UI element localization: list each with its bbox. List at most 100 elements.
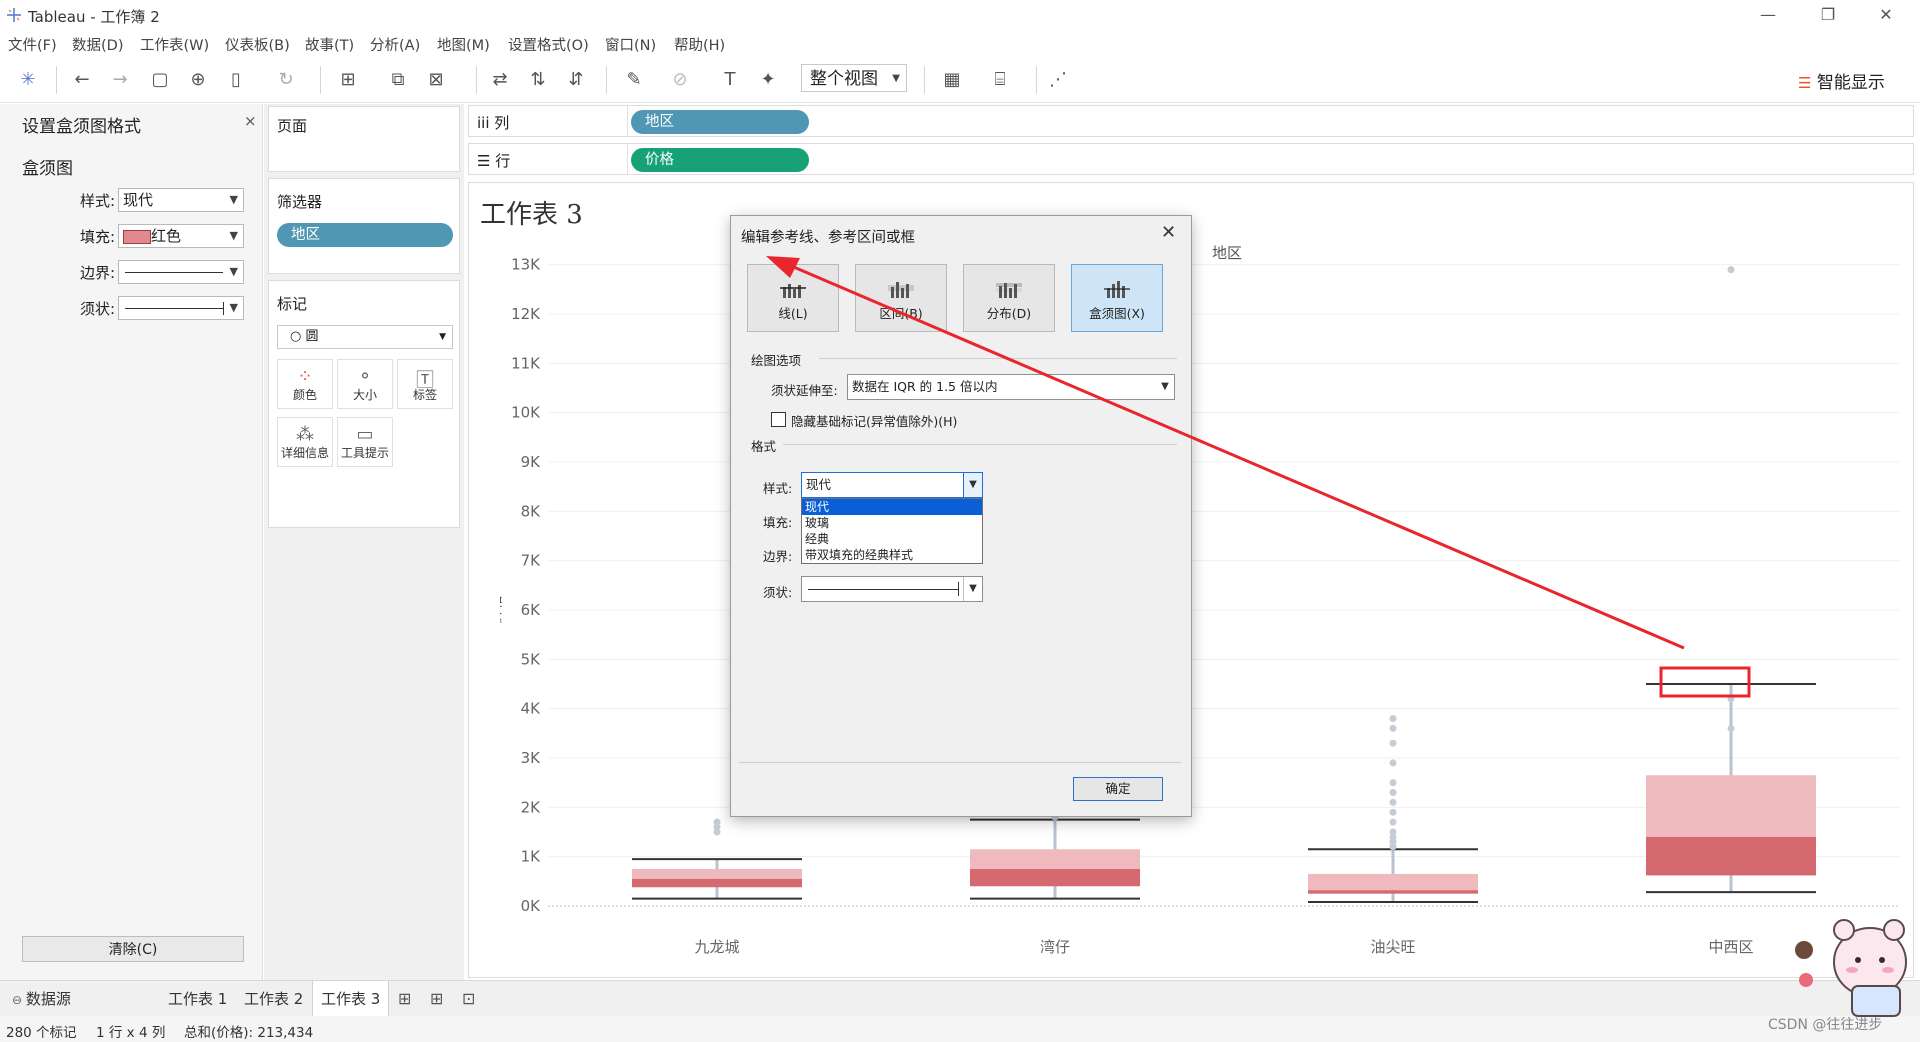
style-option-classic[interactable]: 经典 xyxy=(802,531,982,547)
menu-map[interactable]: 地图(M) xyxy=(437,34,490,55)
style-option-glass[interactable]: 玻璃 xyxy=(802,515,982,531)
pages-card[interactable]: 页面 xyxy=(268,106,460,172)
columns-pill-region[interactable]: 地区 xyxy=(631,110,809,134)
clear-button[interactable]: 清除(C) xyxy=(22,936,244,962)
style-select[interactable]: 现代 ▼ xyxy=(801,472,983,498)
pause-updates-icon[interactable]: ▯ xyxy=(224,68,248,92)
refresh-icon[interactable]: ↻ xyxy=(274,68,298,92)
mark-type-select[interactable]: ○ 圆 ▼ xyxy=(277,325,453,349)
marks-label-button[interactable]: 🅃 标签 xyxy=(397,359,453,409)
chevron-down-icon: ▼ xyxy=(892,73,900,84)
hide-marks-checkbox[interactable] xyxy=(771,412,786,427)
filter-pill-region[interactable]: 地区 xyxy=(277,223,453,247)
tab-sheet-2[interactable]: 工作表 2 xyxy=(236,981,311,1017)
box-lower xyxy=(1308,890,1478,894)
ok-button[interactable]: 确定 xyxy=(1073,777,1163,801)
menu-window[interactable]: 窗口(N) xyxy=(605,34,656,55)
toolbar-separator xyxy=(320,66,321,94)
outlier-point xyxy=(1727,266,1735,274)
toolbar-separator xyxy=(1036,66,1037,94)
menu-file[interactable]: 文件(F) xyxy=(8,34,57,55)
clear-sheet-icon[interactable]: ⊠ xyxy=(424,68,448,92)
tab-band[interactable]: 区间(B) xyxy=(855,264,947,332)
fill-select[interactable]: 红色 ▼ xyxy=(118,224,244,248)
chevron-down-icon: ▼ xyxy=(229,301,238,314)
menu-story[interactable]: 故事(T) xyxy=(305,34,354,55)
highlight-icon[interactable]: ✎ xyxy=(622,68,646,92)
redo-icon[interactable]: → xyxy=(108,68,132,92)
label-icon[interactable]: T xyxy=(718,68,742,92)
tab-distribution-label: 分布(D) xyxy=(986,306,1032,321)
sort-ascending-icon[interactable]: ⇅ xyxy=(526,68,550,92)
new-worksheet-icon[interactable]: ⊞ xyxy=(336,68,360,92)
rows-pill-price[interactable]: 价格 xyxy=(631,148,809,172)
tab-datasource[interactable]: ⊖ 数据源 xyxy=(4,981,79,1017)
border-select[interactable]: ▼ xyxy=(118,260,244,284)
presentation-icon[interactable]: ⌸ xyxy=(988,68,1012,92)
marks-tooltip-button[interactable]: ▭ 工具提示 xyxy=(337,417,393,467)
columns-shelf[interactable]: iii 列 地区 xyxy=(468,105,1914,137)
share-icon[interactable]: ⋰ xyxy=(1046,68,1070,92)
style-option-classic-dual[interactable]: 带双填充的经典样式 xyxy=(802,547,982,563)
group-icon[interactable]: ⊘ xyxy=(668,68,692,92)
marks-detail-button[interactable]: ⁂ 详细信息 xyxy=(277,417,333,467)
detail-icon: ⁂ xyxy=(296,424,314,445)
style-select[interactable]: 现代 ▼ xyxy=(118,188,244,212)
y-axis-label: 价格 xyxy=(500,595,504,625)
smart-show-label: 智能显示 xyxy=(1816,73,1885,93)
tab-boxplot[interactable]: 盒须图(X) xyxy=(1071,264,1163,332)
menu-bar: 文件(F) 数据(D) 工作表(W) 仪表板(B) 故事(T) 分析(A) 地图… xyxy=(0,30,1920,54)
show-cards-icon[interactable]: ▦ xyxy=(940,68,964,92)
menu-help[interactable]: 帮助(H) xyxy=(674,34,725,55)
sort-descending-icon[interactable]: ⇵ xyxy=(564,68,588,92)
new-datasource-icon[interactable]: ⊕ xyxy=(186,68,210,92)
whisker-select[interactable]: ▼ xyxy=(801,576,983,602)
save-icon[interactable]: ▢ xyxy=(148,68,172,92)
minimize-button[interactable]: — xyxy=(1748,4,1788,26)
style-option-modern[interactable]: 现代 xyxy=(802,499,982,515)
close-icon[interactable]: × xyxy=(244,112,257,130)
line-chart-icon xyxy=(780,284,806,298)
filters-card-title: 筛选器 xyxy=(277,193,323,211)
group-divider xyxy=(819,358,1177,359)
filters-card[interactable]: 筛选器 地区 xyxy=(268,178,460,274)
tab-line[interactable]: 线(L) xyxy=(747,264,839,332)
new-story-tab-icon[interactable]: ⊡ xyxy=(454,981,483,1017)
whisker-extend-select[interactable]: 数据在 IQR 的 1.5 倍以内 ▼ xyxy=(847,374,1175,400)
fit-view-select[interactable]: 整个视图 ▼ xyxy=(801,64,907,92)
x-category-label: 油尖旺 xyxy=(1370,938,1415,956)
marks-color-button[interactable]: ⁘ 颜色 xyxy=(277,359,333,409)
y-tick-label: 13K xyxy=(511,256,541,274)
chevron-down-icon: ▼ xyxy=(439,332,446,342)
menu-format[interactable]: 设置格式(O) xyxy=(508,34,589,55)
outlier-point xyxy=(1389,779,1397,787)
tab-sheet-3[interactable]: 工作表 3 xyxy=(312,981,390,1017)
menu-dashboard[interactable]: 仪表板(B) xyxy=(225,34,290,55)
boxplot-chart[interactable]: 0K 1K 2K 3K 4K 5K 6K 7K 8K 9K 10K 11K 12K 13K 九龙城 湾仔 油尖… xyxy=(500,240,1900,960)
fill-label: 填充: xyxy=(763,515,793,530)
swap-icon[interactable]: ⇄ xyxy=(488,68,512,92)
smart-show-icon: ☰ xyxy=(1798,74,1812,92)
tab-distribution[interactable]: 分布(D) xyxy=(963,264,1055,332)
marks-size-button[interactable]: ⚬ 大小 xyxy=(337,359,393,409)
menu-data[interactable]: 数据(D) xyxy=(72,34,123,55)
restore-button[interactable]: ❐ xyxy=(1808,4,1848,26)
whisker-select[interactable]: ▼ xyxy=(118,296,244,320)
undo-icon[interactable]: ← xyxy=(70,68,94,92)
x-category-label: 湾仔 xyxy=(1040,938,1070,956)
smart-show-button[interactable]: ☰ 智能显示 xyxy=(1798,68,1885,93)
tab-sheet-1[interactable]: 工作表 1 xyxy=(160,981,235,1017)
sheet-tabs-bar: ⊖ 数据源 工作表 1 工作表 2 工作表 3 ⊞ ⊞ ⊡ xyxy=(0,980,1920,1017)
close-window-button[interactable]: ✕ xyxy=(1866,4,1906,26)
new-dashboard-tab-icon[interactable]: ⊞ xyxy=(422,981,451,1017)
pin-icon[interactable]: ✦ xyxy=(756,68,780,92)
dialog-close-icon[interactable]: ✕ xyxy=(1161,222,1176,243)
whisker-extend-label: 须状延伸至: xyxy=(771,383,838,398)
menu-worksheet[interactable]: 工作表(W) xyxy=(140,34,209,55)
marks-card: 标记 ○ 圆 ▼ ⁘ 颜色 ⚬ 大小 🅃 标签 ⁂ 详细信息 ▭ 工具提示 xyxy=(268,280,460,528)
rows-shelf[interactable]: ☰ 行 价格 xyxy=(468,143,1914,175)
tableau-icon[interactable]: ✳ xyxy=(16,68,40,92)
menu-analysis[interactable]: 分析(A) xyxy=(370,34,420,55)
duplicate-icon[interactable]: ⧉ xyxy=(386,68,410,92)
new-worksheet-tab-icon[interactable]: ⊞ xyxy=(390,981,419,1017)
